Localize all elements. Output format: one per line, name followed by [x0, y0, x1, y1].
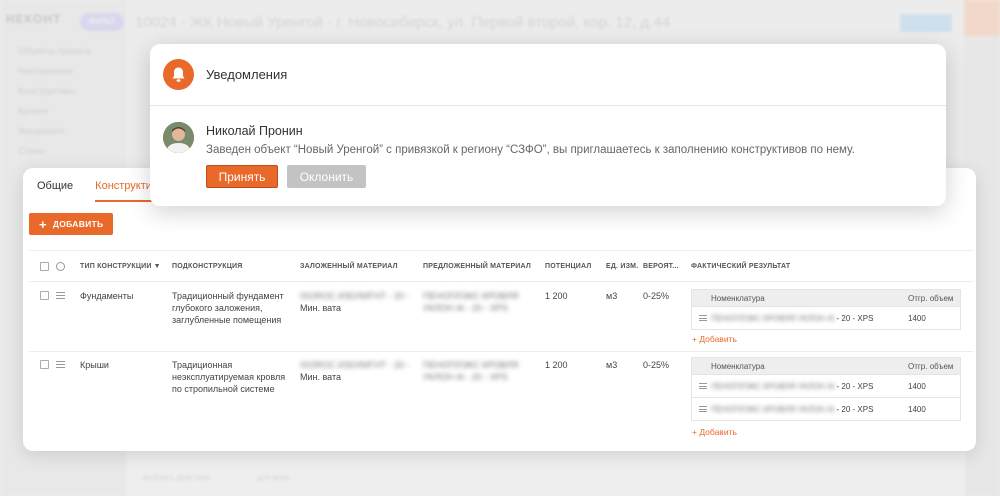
column-header-type[interactable]: ТИП КОНСТРУКЦИИ ▼ — [80, 263, 161, 270]
add-construct-button[interactable]: + ДОБАВИТЬ — [29, 213, 114, 235]
background-logo: НЕКОНТ — [6, 12, 62, 26]
column-header-probability: ВЕРОЯТ... — [643, 263, 679, 270]
background-menu: Объекты проекта Наставления Конструктивы… — [18, 46, 91, 166]
notification-message: Заведен объект “Новый Уренгой” с привязк… — [206, 144, 855, 156]
background-menu-item: Стены — [18, 146, 45, 156]
row-offered-material: ПЕНОПЛЭКС КРОВЛЯ УКЛОН Al - 20 - XPS — [423, 291, 519, 313]
row-offered-material: ПЕНОПЛЭКС КРОВЛЯ УКЛОН Al - 20 - XPS — [423, 360, 519, 382]
row-type: Крыши — [80, 360, 109, 370]
row-type: Фундаменты — [80, 291, 134, 301]
constructs-table: ТИП КОНСТРУКЦИИ ▼ ПОДКОНСТРУКЦИЯ ЗАЛОЖЕНН… — [29, 250, 973, 443]
background-for-all-label: для всех — [257, 473, 290, 482]
background-menu-item: Наставления — [18, 66, 73, 76]
select-all-checkbox[interactable] — [40, 262, 49, 271]
row-subconstruction: Традиционная неэксплуатируемая кровля по… — [172, 360, 286, 394]
background-footer: выбрать действие для всех — [125, 445, 965, 496]
subtable-header-name: Номенклатура — [711, 294, 765, 303]
row-laid-material: ISOROC ИЗОЛИГНТ - 20 - Мин. вата — [300, 291, 410, 313]
decline-button[interactable]: Оклонить — [287, 165, 366, 188]
background-action-select: выбрать действие — [143, 473, 211, 482]
add-construct-label: ДОБАВИТЬ — [52, 219, 104, 229]
subtable-row-qty: 1400 — [908, 314, 926, 323]
column-header-laid-material: ЗАЛОЖЕННЫЙ МАТЕРИАЛ — [300, 263, 398, 270]
constructs-card: Общие Конструктивы + ДОБАВИТЬ ТИП КОНСТР… — [23, 168, 976, 451]
accept-button[interactable]: Принять — [206, 165, 278, 188]
notification-user-name: Николай Пронин — [206, 124, 303, 138]
subtable-header: Номенклатура Отгр. объем — [692, 290, 960, 306]
row-unit: м3 — [606, 360, 618, 370]
drag-handle-icon[interactable] — [56, 292, 65, 299]
add-result-link[interactable]: + Добавить — [692, 334, 737, 344]
column-header-potential: ПОТЕНЦИАЛ — [545, 263, 592, 270]
gear-icon[interactable] — [56, 262, 65, 271]
subtable-row: ПЕНОПЛЭКС КРОВЛЯ УКЛОН Al - 20 - XPS 140… — [692, 374, 960, 397]
background-help-icon — [964, 0, 1000, 36]
tab-general[interactable]: Общие — [37, 180, 73, 202]
result-subtable: Номенклатура Отгр. объем ПЕНОПЛЭКС КРОВЛ… — [691, 289, 961, 330]
background-primary-button — [900, 14, 952, 32]
background-filter-pill: ФИЛЬТ — [80, 13, 124, 31]
row-potential: 1 200 — [545, 291, 568, 301]
avatar — [163, 122, 194, 153]
subtable-row-qty: 1400 — [908, 405, 926, 414]
row-probability: 0-25% — [643, 360, 670, 370]
background-page-title: 10024 - ЖК Новый Уренгой - г. Новосибирс… — [135, 14, 671, 31]
subtable-row-name: ПЕНОПЛЭКС КРОВЛЯ УКЛОН Al - 20 - XPS — [711, 405, 874, 414]
row-unit: м3 — [606, 291, 618, 301]
drag-handle-icon[interactable] — [699, 406, 707, 412]
row-divider — [29, 351, 973, 352]
drag-handle-icon[interactable] — [699, 315, 707, 321]
notification-popup: Уведомления Николай Пронин Заведен объек… — [150, 44, 946, 206]
card-tabs: Общие Конструктивы — [37, 180, 166, 202]
background-menu-item: Конструктивы — [18, 86, 76, 96]
column-header-result: ФАКТИЧЕСКИЙ РЕЗУЛЬТАТ — [691, 263, 791, 270]
drag-handle-icon[interactable] — [699, 383, 707, 389]
row-laid-material: ISOROC ИЗОЛИГНТ - 20 - Мин. вата — [300, 360, 410, 382]
subtable-row-qty: 1400 — [908, 382, 926, 391]
row-probability: 0-25% — [643, 291, 670, 301]
subtable-row-name: ПЕНОПЛЭКС КРОВЛЯ УКЛОН Al - 20 - XPS — [711, 382, 874, 391]
row-checkbox[interactable] — [40, 360, 49, 369]
column-header-unit: ЕД. ИЗМ. — [606, 263, 639, 270]
result-subtable: Номенклатура Отгр. объем ПЕНОПЛЭКС КРОВЛ… — [691, 357, 961, 421]
column-header-offered-material: ПРЕДЛОЖЕННЫЙ МАТЕРИАЛ — [423, 263, 531, 270]
subtable-row: ПЕНОПЛЭКС КРОВЛЯ УКЛОН Al - 20 - XPS 140… — [692, 306, 960, 329]
background-menu-item: Объекты проекта — [18, 46, 91, 56]
add-result-link[interactable]: + Добавить — [692, 427, 737, 437]
row-potential: 1 200 — [545, 360, 568, 370]
background-menu-item: Кровля — [18, 106, 48, 116]
subtable-header-name: Номенклатура — [711, 362, 765, 371]
plus-icon: + — [39, 216, 47, 232]
subtable-header-qty: Отгр. объем — [908, 294, 954, 303]
notification-title: Уведомления — [206, 67, 288, 82]
subtable-row-name: ПЕНОПЛЭКС КРОВЛЯ УКЛОН Al - 20 - XPS — [711, 314, 874, 323]
background-menu-item: Фундамент — [18, 126, 65, 136]
column-header-sub: ПОДКОНСТРУКЦИЯ — [172, 263, 243, 270]
header-divider — [29, 281, 973, 282]
notification-header: Уведомления — [150, 44, 946, 106]
bell-icon — [163, 59, 194, 90]
subtable-header-qty: Отгр. объем — [908, 362, 954, 371]
subtable-row: ПЕНОПЛЭКС КРОВЛЯ УКЛОН Al - 20 - XPS 140… — [692, 397, 960, 420]
subtable-header: Номенклатура Отгр. объем — [692, 358, 960, 374]
row-subconstruction: Традиционный фундамент глубокого заложен… — [172, 291, 284, 325]
row-checkbox[interactable] — [40, 291, 49, 300]
drag-handle-icon[interactable] — [56, 361, 65, 368]
chevron-down-icon: ▼ — [153, 263, 161, 270]
